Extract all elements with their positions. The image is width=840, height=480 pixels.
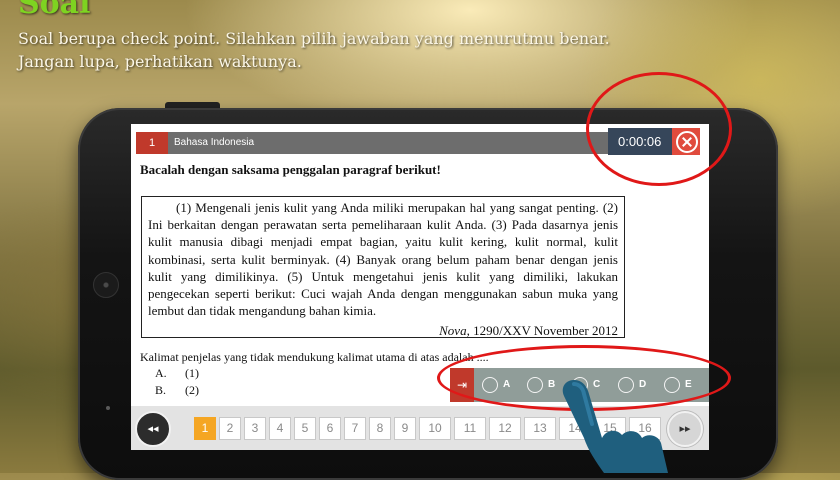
- source-edition: 1290/XXV November 2012: [469, 323, 618, 339]
- previous-button[interactable]: ◂◂: [135, 411, 171, 447]
- question-instruction: Bacalah dengan saksama penggalan paragra…: [140, 162, 441, 177]
- page-button-13[interactable]: 13: [524, 417, 556, 440]
- subtitle-line-2: Jangan lupa, perhatikan waktunya.: [18, 52, 302, 71]
- option-text: (2): [185, 383, 199, 397]
- page-button-1[interactable]: 1: [194, 417, 216, 440]
- page-button-9[interactable]: 9: [394, 417, 416, 440]
- passage-text: (1) Mengenali jenis kulit yang Anda mili…: [148, 200, 618, 319]
- question-text: Kalimat penjelas yang tidak mendukung ka…: [140, 350, 489, 364]
- timer-highlight-ring: [586, 72, 732, 186]
- page-button-8[interactable]: 8: [369, 417, 391, 440]
- page-button-4[interactable]: 4: [269, 417, 291, 440]
- page-button-11[interactable]: 11: [454, 417, 486, 440]
- option-text: (1): [185, 366, 199, 380]
- option-letter: B.: [155, 383, 167, 397]
- option-letter: A.: [155, 366, 167, 380]
- page-button-6[interactable]: 6: [319, 417, 341, 440]
- page-button-5[interactable]: 5: [294, 417, 316, 440]
- passage-box: (1) Mengenali jenis kulit yang Anda mili…: [141, 196, 625, 338]
- phone-speaker: [93, 272, 119, 298]
- option-b: B. (2): [155, 383, 199, 398]
- passage-source: Nova, 1290/XXV November 2012: [148, 322, 618, 339]
- phone-led: [106, 406, 110, 410]
- page-button-3[interactable]: 3: [244, 417, 266, 440]
- page-button-12[interactable]: 12: [489, 417, 521, 440]
- option-a: A. (1): [155, 366, 199, 381]
- subject-label: Bahasa Indonesia: [174, 137, 255, 148]
- page-title: Soal: [18, 0, 91, 21]
- page-button-10[interactable]: 10: [419, 417, 451, 440]
- page-button-2[interactable]: 2: [219, 417, 241, 440]
- pointing-hand-icon: [562, 380, 668, 473]
- page-button-7[interactable]: 7: [344, 417, 366, 440]
- source-publication: Nova,: [439, 323, 470, 339]
- subtitle-line-1: Soal berupa check point. Silahkan pilih …: [18, 29, 610, 48]
- question-number: 1: [136, 132, 168, 154]
